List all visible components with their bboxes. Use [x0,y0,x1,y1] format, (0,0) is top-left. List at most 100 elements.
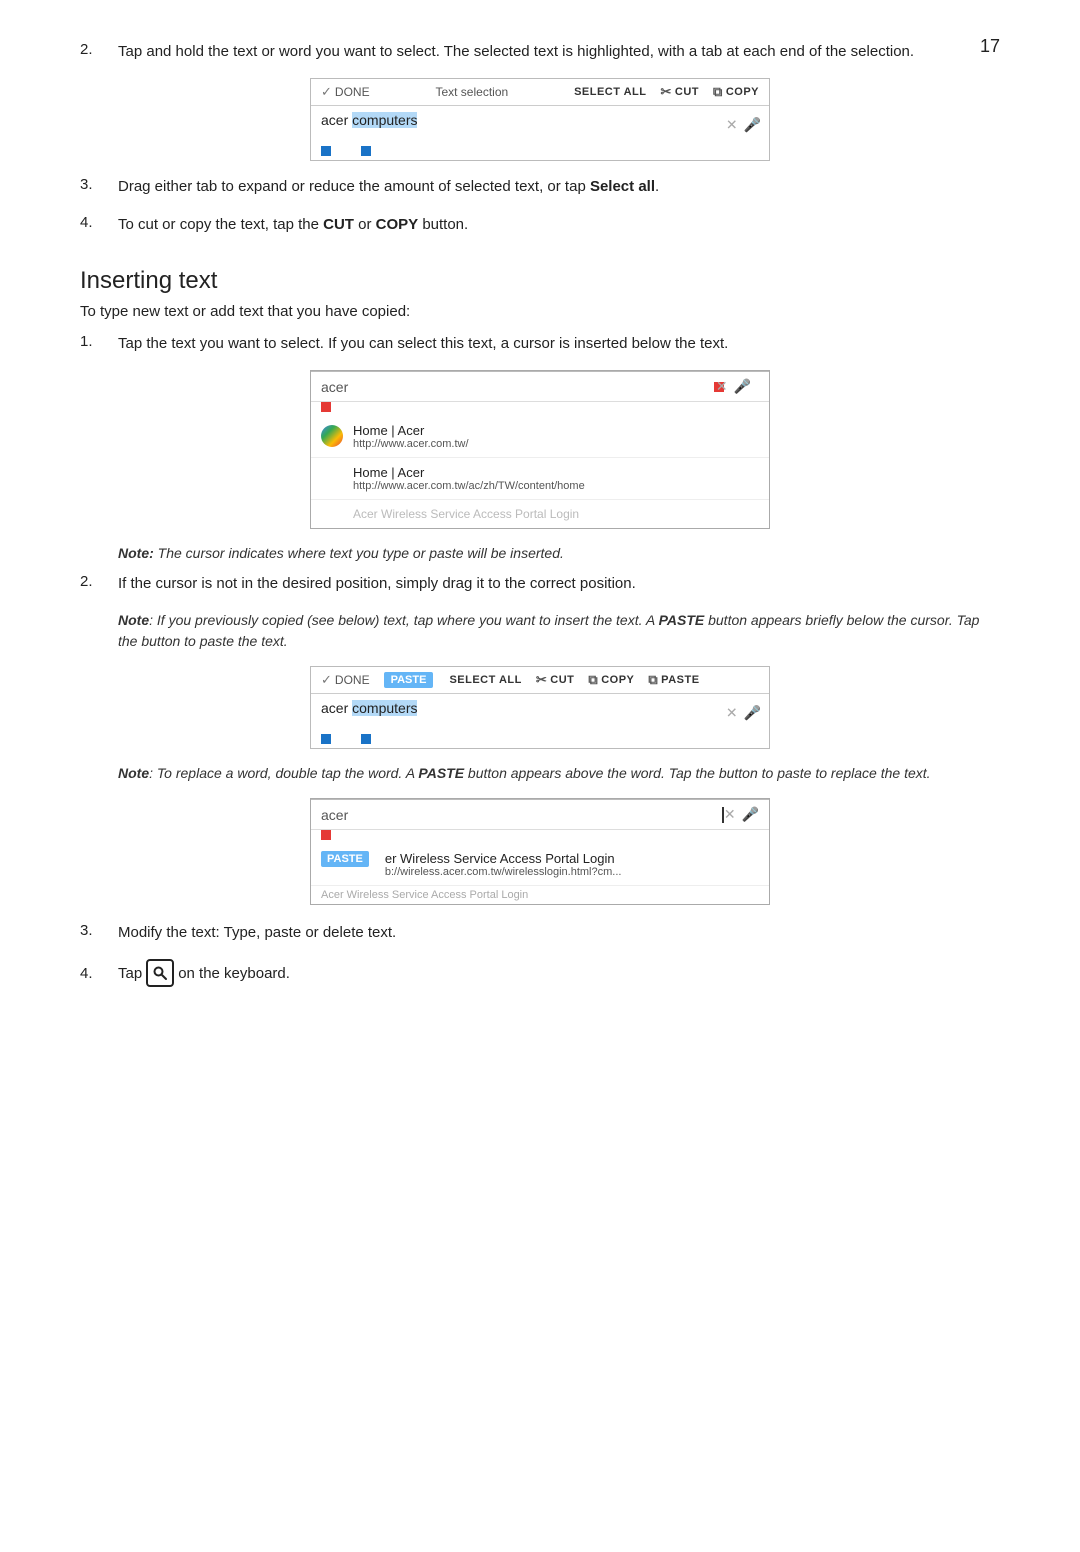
screenshot-text-selection: ✓ DONE Text selection SELECT ALL ✂ CUT ⧉… [80,78,1000,161]
paste-handle-left [321,734,331,744]
search-keyboard-key [146,959,174,987]
insert-step-2-text: If the cursor is not in the desired posi… [118,572,1000,596]
replace-cursor-handle-row [311,830,769,844]
toolbar-title: Text selection [384,85,560,99]
input-text: acer computers [321,112,417,128]
final-step-4-text-before: Tap [118,965,142,982]
handle-left [321,146,331,156]
insert-step-1-text: Tap the text you want to select. If you … [118,332,1000,356]
step-3-num: 3. [80,175,118,193]
suggestion-1-url: http://www.acer.com.tw/ [353,438,469,450]
paste-toolbar-box: ✓ DONE PASTE SELECT ALL ✂ CUT ⧉ COPY ⧉ P… [310,666,770,749]
step-2-text: Tap and hold the text or word you want t… [118,40,1000,64]
paste-cut-icon: ✂ [536,672,547,688]
suggestion-2-content: Home | Acer http://www.acer.com.tw/ac/zh… [353,465,585,492]
section-intro: To type new text or add text that you ha… [80,303,1000,320]
cut-btn[interactable]: ✂ CUT [661,84,700,100]
paste-selected-text: computers [352,700,417,716]
replace-box: acer ✕ 🎤 PASTE er Wireless Service Acces… [310,798,770,905]
paste-selection-handles [311,732,769,748]
handle-right [361,146,371,156]
screenshot-replace: acer ✕ 🎤 PASTE er Wireless Service Acces… [80,798,1000,905]
copy-label: COPY [726,86,759,98]
step-4-num: 4. [80,213,118,231]
note-2: Note: If you previously copied (see belo… [118,610,1000,652]
paste-select-all-btn[interactable]: SELECT ALL [449,674,521,686]
toolbar-done: ✓ DONE [321,84,370,100]
paste-text-before: acer [321,700,352,716]
selected-text: computers [352,112,417,128]
clear-icon: ✕ [726,117,738,134]
suggestion-3: Acer Wireless Service Access Portal Logi… [311,500,769,528]
note-1-label: Note: [118,545,154,561]
done-label: DONE [335,85,370,99]
clear-icon-2: ✕ [716,378,728,395]
text-input-area: acer computers ✕ 🎤 [311,106,769,144]
note-3: Note: To replace a word, double tap the … [118,763,1000,784]
step-3-block: 3. Drag either tab to expand or reduce t… [80,175,1000,199]
search-icon [152,965,168,981]
final-step-3-num: 3. [80,921,118,939]
suggestion-2: Home | Acer http://www.acer.com.tw/ac/zh… [311,458,769,500]
paste-toolbar-done: ✓ DONE [321,672,370,688]
page-number: 17 [980,36,1000,57]
input-right-icons: ✕ 🎤 [726,117,761,134]
note-1-text: The cursor indicates where text you type… [154,545,564,561]
checkmark-icon: ✓ [321,84,332,100]
insert-right-icons: ✕ 🎤 [716,378,751,395]
step-4-block: 4. To cut or copy the text, tap the CUT … [80,213,1000,237]
replace-paste-url: b://wireless.acer.com.tw/wirelesslogin.h… [385,866,622,878]
copy-icon: ⧉ [713,84,723,100]
paste-input-right-icons: ✕ 🎤 [726,705,761,722]
text-before: acer [321,112,352,128]
paste-cut-btn[interactable]: ✂ CUT [536,672,575,688]
replace-input-text: acer [321,807,722,823]
replace-paste-title: er Wireless Service Access Portal Login [385,851,622,866]
paste-checkmark-icon: ✓ [321,672,332,688]
step-2-block: 2. Tap and hold the text or word you wan… [80,40,1000,64]
replace-paste-btn[interactable]: PASTE [321,851,369,867]
selection-handles [311,144,769,160]
paste-bold-1: PASTE [659,612,705,628]
cursor-handle-row [311,402,769,416]
screenshot-paste-toolbar: ✓ DONE PASTE SELECT ALL ✂ CUT ⧉ COPY ⧉ P… [80,666,1000,749]
replace-mic-icon: 🎤 [742,806,759,823]
suggestion-3-title: Acer Wireless Service Access Portal Logi… [353,507,579,521]
insert-input-text: acer [321,379,714,395]
replace-input-row: acer ✕ 🎤 [311,800,769,830]
screenshot-insert: acer ✕ 🎤 Home | Acer http://www.acer.com… [80,370,1000,529]
select-all-btn[interactable]: SELECT ALL [574,86,646,98]
note-1: Note: The cursor indicates where text yo… [118,543,1000,564]
google-icon [321,425,343,447]
replace-cursor-handle [321,830,331,840]
text-selection-box: ✓ DONE Text selection SELECT ALL ✂ CUT ⧉… [310,78,770,161]
step-4-text: To cut or copy the text, tap the CUT or … [118,213,1000,237]
final-step-4-text-after: on the keyboard. [178,965,290,982]
final-step-3-text: Modify the text: Type, paste or delete t… [118,921,1000,945]
suggestion-1-title: Home | Acer [353,423,469,438]
insert-step-2-num: 2. [80,572,118,590]
final-step-4-block: 4. Tap on the keyboard. [80,959,1000,987]
replace-paste-content: er Wireless Service Access Portal Login … [385,851,622,878]
paste-copy-label: COPY [601,674,634,686]
paste-input-text: acer computers [321,700,417,716]
paste-btn-toolbar[interactable]: PASTE [384,672,434,688]
insert-box: acer ✕ 🎤 Home | Acer http://www.acer.com… [310,370,770,529]
paste-copy-btn[interactable]: ⧉ COPY [588,672,634,688]
insert-step-2-block: 2. If the cursor is not in the desired p… [80,572,1000,596]
paste-paste-icon: ⧉ [648,672,658,688]
paste-done-label: DONE [335,673,370,687]
paste-handle-right [361,734,371,744]
paste-mic-icon: 🎤 [744,705,761,722]
paste-copy-icon: ⧉ [588,672,598,688]
suggestion-1: Home | Acer http://www.acer.com.tw/ [311,416,769,458]
note-2-label: Note [118,612,149,628]
cut-icon: ✂ [661,84,672,100]
note-3-text: : To replace a word, double tap the word… [149,765,930,781]
paste-paste-btn[interactable]: ⧉ PASTE [648,672,699,688]
copy-btn[interactable]: ⧉ COPY [713,84,759,100]
section-heading-insert: Inserting text [80,267,1000,295]
paste-clear-icon: ✕ [726,705,738,722]
paste-paste-label: PASTE [661,674,699,686]
step-2-num: 2. [80,40,118,58]
